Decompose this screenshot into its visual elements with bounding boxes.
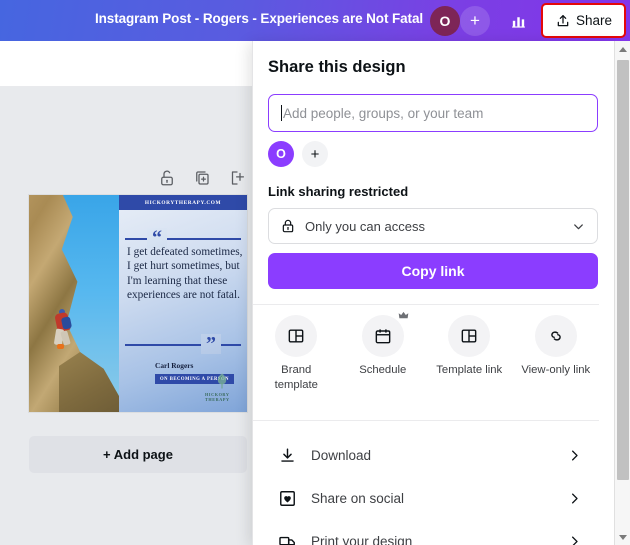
lock-icon: [282, 219, 294, 233]
quote-panel: HICKORYTHERAPY.COM “ I get defeated some…: [119, 195, 247, 412]
add-page-button[interactable]: + Add page: [29, 436, 247, 473]
chevron-down-icon: [574, 223, 583, 229]
quick-actions-row: Brand template Schedule Template link Vi…: [253, 311, 600, 392]
chevron-right-icon: [572, 536, 578, 545]
add-people-input[interactable]: Add people, groups, or your team: [268, 94, 598, 132]
quick-action-view-only-link[interactable]: View-only link: [513, 315, 600, 392]
quick-action-schedule[interactable]: Schedule: [340, 311, 427, 392]
quote-author: Carl Rogers: [155, 361, 194, 370]
heart-box-icon: [279, 491, 295, 506]
divider-bottom: [253, 420, 599, 421]
duplicate-icon[interactable]: [193, 169, 211, 187]
quick-action-template-link[interactable]: Template link: [426, 315, 513, 392]
share-panel: Share this design Add people, groups, or…: [252, 41, 614, 545]
view-only-link-circle: [534, 315, 577, 357]
scroll-up-arrow: [619, 46, 627, 52]
header-plus-label: +: [470, 11, 480, 30]
quote-rule-top: [125, 238, 241, 240]
climber-shoe: [57, 344, 64, 349]
print-your-design-icon-wrap: [277, 532, 297, 545]
view-only-link-label: View-only link: [521, 364, 591, 376]
add-collaborator-plus: +: [310, 145, 320, 163]
template-link-label: Template link: [436, 364, 503, 376]
climber-backpack: [60, 316, 73, 330]
page-tools: [158, 169, 246, 187]
brand-template-circle: [275, 315, 318, 357]
share-upload-icon: [557, 14, 569, 26]
download-icon: [280, 448, 294, 462]
download-icon-wrap: [277, 446, 297, 466]
unlock-icon[interactable]: [158, 169, 176, 187]
tree-logo-icon: [217, 373, 227, 389]
brand-template-label: Brand template: [274, 364, 318, 391]
template-panel-icon: [288, 329, 304, 343]
menu-item-download[interactable]: Download: [253, 434, 599, 477]
link-chain-icon: [550, 331, 561, 341]
app-root: Instagram Post - Rogers - Experiences ar…: [0, 0, 630, 545]
share-panel-title: Share this design: [268, 58, 406, 76]
share-on-social-icon-wrap: [277, 489, 297, 509]
calendar-icon: [375, 329, 391, 344]
schedule-label: Schedule: [359, 364, 407, 376]
scroll-down-arrow: [619, 534, 627, 540]
brand-logo-text: HICKORY THERAPY: [205, 392, 230, 402]
print-your-design-label: Print your design: [311, 534, 413, 545]
quote-text: I get defeated sometimes, I get hurt som…: [127, 246, 243, 302]
share-button[interactable]: Share: [541, 3, 626, 38]
download-label: Download: [311, 448, 372, 463]
header-user-avatar[interactable]: O: [430, 6, 460, 36]
truck-icon: [278, 536, 295, 545]
collaborator-chips: O +: [268, 141, 328, 167]
header-avatar-initial: O: [439, 13, 451, 29]
bar-chart-icon: [511, 16, 525, 28]
menu-item-share-on-social[interactable]: Share on social: [253, 477, 599, 520]
header-add-collaborator-button[interactable]: +: [460, 6, 490, 36]
share-menu-list: Download Share on social Print your desi…: [253, 434, 599, 545]
divider-top: [253, 304, 599, 305]
scrollbar-up-arrow[interactable]: [615, 41, 630, 57]
quote-rule-bottom: [125, 344, 241, 346]
add-people-placeholder: Add people, groups, or your team: [283, 105, 484, 121]
access-level-value: Only you can access: [305, 218, 425, 234]
climbing-photo: [29, 195, 119, 412]
share-button-label: Share: [575, 13, 613, 28]
scrollbar-thumb[interactable]: [617, 60, 629, 480]
website-url: HICKORYTHERAPY.COM: [144, 199, 222, 206]
copy-link-button[interactable]: Copy link: [268, 253, 598, 289]
menu-item-print-your-design[interactable]: Print your design: [253, 520, 599, 545]
quote-close-mark: ”: [201, 334, 221, 354]
add-page-icon[interactable]: [228, 169, 246, 187]
design-page-thumbnail[interactable]: HICKORYTHERAPY.COM “ I get defeated some…: [29, 195, 247, 412]
access-level-select[interactable]: Only you can access: [268, 208, 598, 244]
text-caret: [281, 105, 282, 121]
link-sharing-label: Link sharing restricted: [268, 184, 409, 199]
share-on-social-label: Share on social: [311, 491, 405, 506]
document-title[interactable]: Instagram Post - Rogers - Experiences ar…: [95, 11, 423, 26]
chevron-right-icon: [572, 450, 578, 461]
quick-action-brand-template[interactable]: Brand template: [253, 315, 340, 392]
top-header-bar: Instagram Post - Rogers - Experiences ar…: [0, 0, 630, 41]
template-link-circle: [448, 315, 491, 357]
schedule-circle: [361, 311, 409, 357]
insights-button[interactable]: [503, 6, 533, 36]
chevron-right-icon: [572, 493, 578, 504]
collaborator-avatar[interactable]: O: [268, 141, 294, 167]
panel-scrollbar[interactable]: [614, 41, 630, 545]
pro-crown-icon: [398, 311, 409, 319]
template-panel-icon: [461, 329, 477, 343]
add-collaborator-chip[interactable]: +: [302, 141, 328, 167]
website-band: HICKORYTHERAPY.COM: [119, 195, 247, 210]
scrollbar-down-arrow[interactable]: [615, 529, 630, 545]
collaborator-initial: O: [276, 147, 286, 161]
